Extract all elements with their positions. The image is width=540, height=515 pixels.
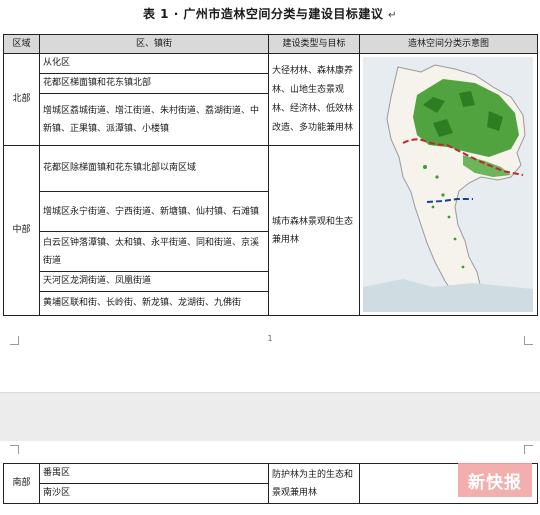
forest-dot	[441, 193, 445, 197]
district-cell: 白云区钟落潭镇、太和镇、永平街道、同和街道、京溪街道	[39, 231, 269, 272]
forest-dot	[461, 265, 465, 269]
type-north: 大径材林、森林康养林、山地生态景观林、经济林、低效林改造、多功能兼用林	[268, 53, 360, 146]
table-header-row: 区域 区、镇街 建设类型与目标 造林空间分类示意图	[3, 34, 538, 54]
region-central: 中部	[3, 145, 40, 316]
forest-dot	[423, 165, 427, 169]
table-row: 北部 从化区 大径材林、森林康养林、山地生态景观林、经济林、低效林改造、多功能兼…	[3, 53, 538, 316]
district-cell: 花都区除梯面镇和花东镇北部以南区域	[39, 145, 269, 192]
page-number: 1	[267, 334, 273, 343]
district-cell: 从化区	[39, 53, 269, 74]
district-cell: 天河区龙洞街道、凤凰街道	[39, 271, 269, 292]
watermark-logo: 新快报	[458, 463, 532, 497]
crop-mark	[10, 336, 19, 345]
header-district: 区、镇街	[39, 34, 269, 54]
paragraph-mark: ↵	[388, 10, 398, 21]
district-cell: 黄埔区联和街、长岭街、新龙镇、龙湖街、九佛街	[39, 291, 269, 316]
document-page-1: 表 1 · 广州市造林空间分类与建设目标建议 ↵ 区域 区、镇街 建设类型与目标…	[0, 0, 540, 392]
district-cell: 花都区梯面镇和花东镇北部	[39, 73, 269, 94]
forest-dot	[453, 237, 457, 241]
district-cell: 南沙区	[39, 483, 269, 504]
crop-mark	[524, 336, 533, 345]
header-map: 造林空间分类示意图	[359, 34, 538, 54]
header-region: 区域	[3, 34, 40, 54]
forest-dot	[447, 215, 451, 219]
guangzhou-forest-map	[363, 57, 533, 312]
crop-mark	[524, 445, 533, 454]
header-type: 建设类型与目标	[268, 34, 360, 54]
type-south: 防护林为主的生态和景观兼用林	[268, 463, 360, 504]
crop-mark	[10, 445, 19, 454]
table-title-text: 表 1 · 广州市造林空间分类与建设目标建议	[142, 7, 384, 21]
page-gap	[0, 392, 540, 442]
forest-dot	[435, 175, 439, 179]
district-cell: 增城区荔城街道、增江街道、朱村街道、荔湖街道、中新镇、正果镇、派潭镇、小楼镇	[39, 93, 269, 146]
map-cell	[359, 53, 538, 316]
table-title: 表 1 · 广州市造林空间分类与建设目标建议 ↵	[0, 5, 540, 22]
region-north: 北部	[3, 53, 40, 146]
district-cell: 增城区永宁街道、宁西街道、新塘镇、仙村镇、石滩镇	[39, 191, 269, 232]
forest-dot	[431, 205, 435, 209]
forest-classification-table: 区域 区、镇街 建设类型与目标 造林空间分类示意图 北部 从化区 大径材林、森林…	[3, 34, 538, 316]
region-south: 南部	[3, 463, 40, 504]
type-central: 城市森林景观和生态兼用林	[268, 145, 360, 316]
district-cell: 番禺区	[39, 463, 269, 484]
